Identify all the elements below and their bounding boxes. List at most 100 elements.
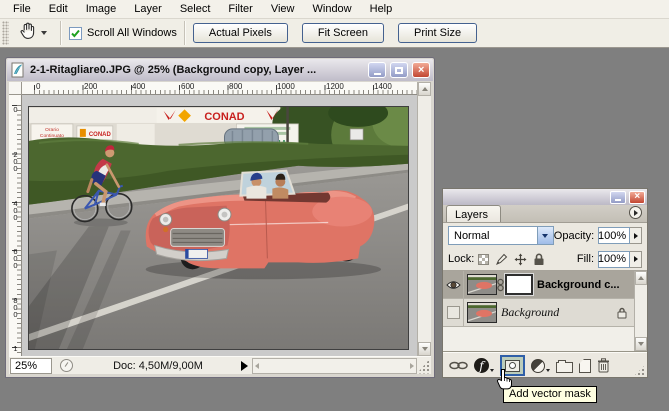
layer-row-background-copy[interactable]: Background c... — [443, 271, 647, 299]
v-ruler-label: 400 — [10, 199, 20, 220]
scroll-all-windows-label: Scroll All Windows — [87, 27, 177, 39]
h-ruler-label: 400 — [132, 82, 145, 91]
tool-preset-arrow-icon[interactable] — [41, 31, 47, 35]
document-title: 2-1-Ritagliare0.JPG @ 25% (Background co… — [30, 64, 364, 76]
horizontal-scrollbar[interactable] — [252, 358, 417, 374]
lock-pixels-brush-icon[interactable] — [495, 253, 508, 266]
menu-help[interactable]: Help — [361, 1, 402, 18]
layer-style-button[interactable]: f — [474, 358, 494, 373]
layers-scroll-up[interactable] — [635, 271, 647, 285]
v-ruler-label: 1 — [10, 344, 20, 351]
photoshop-file-icon — [10, 62, 26, 78]
palette-resize-grip[interactable] — [633, 364, 646, 377]
palette-minimize-button[interactable] — [610, 191, 626, 204]
photoshop-app: { "menubar": { "items": ["File", "Edit",… — [0, 0, 669, 411]
photo-image[interactable]: CONAD Orario Continuato 8.00 - 19.30 CO — [28, 106, 409, 350]
tab-layers[interactable]: Layers — [446, 205, 501, 222]
adjustment-layer-icon — [531, 359, 545, 373]
scroll-up-button[interactable] — [418, 82, 431, 96]
scroll-left-icon[interactable] — [255, 363, 259, 369]
visibility-cell[interactable] — [443, 271, 464, 298]
window-resize-grip[interactable] — [417, 358, 431, 374]
palette-bottom-bar: f — [443, 352, 647, 378]
lock-transparency-icon[interactable] — [478, 254, 489, 265]
close-button[interactable]: × — [412, 62, 430, 78]
options-separator-2 — [184, 21, 186, 45]
lock-position-move-icon[interactable] — [514, 253, 527, 266]
menu-bar: File Edit Image Layer Select Filter View… — [0, 0, 669, 19]
menu-layer[interactable]: Layer — [125, 1, 171, 18]
canvas-area[interactable]: CONAD Orario Continuato 8.00 - 19.30 CO — [22, 95, 417, 356]
blend-mode-select[interactable]: Normal — [448, 226, 554, 245]
layer-locked-icon — [617, 307, 627, 319]
v-ruler-label: 600 — [10, 247, 20, 268]
mask-link-icon[interactable] — [497, 278, 504, 292]
palette-tab-bar: Layers — [443, 205, 647, 223]
adjustment-layer-button[interactable] — [531, 359, 550, 373]
layer-name: Background c... — [537, 279, 620, 291]
palette-titlebar[interactable]: × — [443, 189, 647, 205]
options-separator — [60, 21, 62, 45]
v-ruler-label: 0 — [10, 105, 20, 112]
layer-thumbnail[interactable] — [467, 274, 497, 295]
layers-list: Background c... Background — [443, 270, 647, 352]
blend-mode-value: Normal — [454, 230, 489, 242]
maximize-button[interactable] — [390, 62, 408, 78]
zoom-level-field[interactable]: 25% — [10, 358, 52, 374]
checkmark-icon — [70, 28, 81, 39]
minimize-button[interactable] — [368, 62, 386, 78]
photo-sign-conad-top: CONAD — [204, 111, 244, 123]
status-options-arrow[interactable] — [241, 361, 248, 371]
menu-file[interactable]: File — [4, 1, 40, 18]
delete-layer-trash-icon[interactable] — [597, 358, 610, 373]
h-ruler-label: 200 — [84, 82, 97, 91]
hand-tool-icon — [18, 21, 38, 45]
layers-palette: × Layers Normal Opacity: 100% Lock: Fill… — [442, 188, 648, 378]
fill-field[interactable]: 100% — [598, 251, 630, 268]
layers-scroll-down[interactable] — [635, 337, 647, 351]
visibility-cell[interactable] — [443, 299, 464, 326]
opacity-field[interactable]: 100% — [598, 227, 630, 244]
scroll-right-icon[interactable] — [410, 363, 414, 369]
scroll-down-button[interactable] — [418, 342, 431, 356]
menu-filter[interactable]: Filter — [219, 1, 261, 18]
ruler-corner[interactable] — [9, 82, 22, 95]
link-layers-icon[interactable] — [449, 361, 468, 370]
blend-mode-row: Normal Opacity: 100% — [443, 223, 647, 248]
new-group-button[interactable] — [556, 362, 573, 373]
menu-window[interactable]: Window — [304, 1, 361, 18]
status-timer-icon — [60, 359, 73, 372]
h-ruler-label: 1000 — [277, 82, 295, 91]
document-titlebar[interactable]: 2-1-Ritagliare0.JPG @ 25% (Background co… — [7, 59, 433, 81]
options-bar-grip[interactable] — [2, 21, 9, 45]
fill-slider-button[interactable] — [630, 251, 642, 268]
vector-mask-thumbnail[interactable] — [505, 274, 533, 295]
menu-edit[interactable]: Edit — [40, 1, 77, 18]
menu-view[interactable]: View — [262, 1, 304, 18]
layers-scrollbar[interactable] — [634, 271, 647, 351]
horizontal-ruler[interactable]: 0 200 400 600 800 1000 1200 1400 — [22, 82, 417, 95]
visibility-empty-box[interactable] — [447, 306, 460, 319]
layer-thumbnail[interactable] — [467, 302, 497, 323]
palette-menu-button[interactable] — [629, 206, 642, 219]
lock-all-padlock-icon[interactable] — [533, 253, 545, 266]
scroll-all-windows-checkbox[interactable] — [69, 27, 82, 40]
palette-close-button[interactable]: × — [629, 191, 645, 204]
chevron-down-icon[interactable] — [537, 227, 553, 244]
fit-screen-button[interactable]: Fit Screen — [302, 23, 384, 43]
actual-pixels-button[interactable]: Actual Pixels — [193, 23, 288, 43]
new-layer-button[interactable] — [579, 359, 591, 373]
pointing-hand-cursor-icon — [495, 368, 514, 395]
print-size-button[interactable]: Print Size — [398, 23, 477, 43]
fill-label: Fill: — [577, 253, 594, 265]
opacity-slider-button[interactable] — [630, 227, 642, 244]
vertical-ruler[interactable]: 0 200 400 600 800 1 — [9, 95, 22, 356]
layer-row-background[interactable]: Background — [443, 299, 647, 327]
menu-image[interactable]: Image — [77, 1, 126, 18]
h-ruler-label: 1200 — [326, 82, 344, 91]
menu-select[interactable]: Select — [171, 1, 220, 18]
vertical-scrollbar[interactable] — [417, 82, 431, 356]
hand-tool-button[interactable] — [12, 19, 53, 47]
h-ruler-label: 800 — [229, 82, 242, 91]
scroll-all-windows-option[interactable]: Scroll All Windows — [69, 27, 177, 40]
